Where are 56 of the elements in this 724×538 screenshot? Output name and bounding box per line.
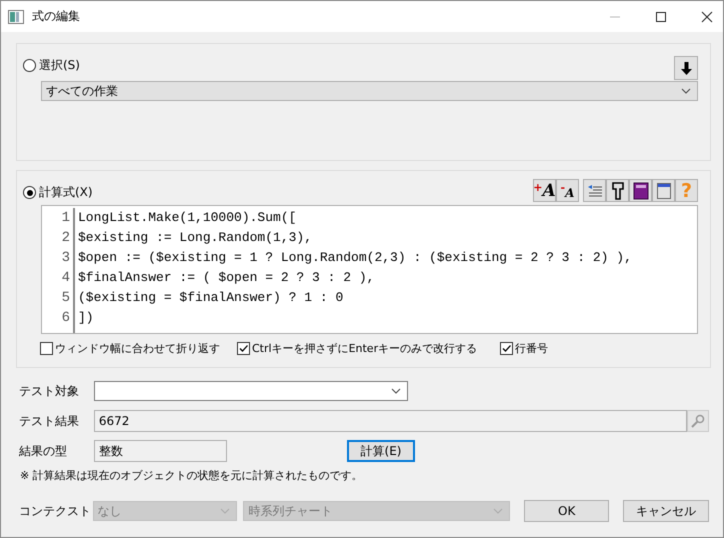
radio-button[interactable]: [23, 59, 36, 72]
line-number: 5: [60, 289, 70, 308]
task-dropdown[interactable]: すべての作業: [41, 81, 698, 101]
increase-font-button[interactable]: +A: [533, 179, 556, 202]
cancel-button[interactable]: キャンセル: [623, 500, 709, 522]
ok-button[interactable]: OK: [524, 500, 610, 522]
line-number: 6: [60, 309, 70, 328]
window-button[interactable]: [652, 179, 675, 202]
field-label: テスト結果: [18, 412, 80, 430]
bracket-icon: [610, 182, 626, 200]
book-icon: [632, 182, 648, 200]
radio-label: 選択(S): [39, 57, 80, 74]
test-target-dropdown[interactable]: [94, 381, 408, 401]
close-icon[interactable]: [701, 10, 713, 22]
checkbox-label: Ctrlキーを押さずにEnterキーのみで改行する: [252, 341, 478, 356]
field-label: コンテクスト: [18, 502, 92, 520]
calculate-button[interactable]: 計算(E): [347, 440, 415, 462]
note-text: ※ 計算結果は現在のオブジェクトの状態を元に計算されたものです。: [19, 468, 364, 483]
window-icon: [656, 182, 670, 198]
code-line: ]): [78, 309, 95, 327]
code-editor[interactable]: [41, 205, 698, 334]
checkbox-label: 行番号: [515, 341, 548, 356]
app-icon: [8, 10, 24, 24]
indent-button[interactable]: [583, 179, 606, 202]
result-field[interactable]: 6672: [94, 410, 688, 432]
maximize-icon[interactable]: [655, 10, 667, 22]
code-line: $finalAnswer := ( $open = 2 ? 3 : 2 ),: [78, 269, 376, 287]
chevron-icon: [681, 88, 691, 94]
chevron-icon: [220, 508, 230, 514]
code-line: LongList.Make(1,10000).Sum([: [78, 209, 298, 227]
chevron-icon: [492, 508, 503, 514]
down-arrow-icon: [680, 62, 692, 74]
chevron-icon: [391, 388, 401, 394]
field-label: 結果の型: [18, 442, 68, 460]
radio-label: 計算式(X): [39, 184, 93, 201]
checkbox-label: ウィンドウ幅に合わせて折り返す: [55, 341, 220, 356]
search-icon: [691, 414, 706, 428]
book-button[interactable]: [629, 179, 652, 202]
type-field[interactable]: 整数: [94, 440, 227, 462]
decrease-font-button[interactable]: -A: [556, 179, 579, 202]
line-number: 2: [60, 229, 70, 248]
line-number: 4: [60, 269, 70, 288]
line-number: 1: [60, 209, 70, 228]
window-title: 式の編集: [32, 8, 80, 25]
indent-icon: [586, 182, 602, 198]
radio-button[interactable]: [23, 186, 36, 199]
checkbox[interactable]: [237, 342, 250, 355]
line-number: 3: [60, 249, 70, 268]
download-button[interactable]: [674, 56, 698, 80]
code-line: ($existing = $finalAnswer) ? 1 : 0: [78, 289, 344, 307]
checkbox[interactable]: [40, 342, 53, 355]
format-button[interactable]: [606, 179, 629, 202]
field-label: テスト対象: [18, 382, 80, 400]
checkbox[interactable]: [500, 342, 513, 355]
code-line: $existing := Long.Random(1,3),: [78, 229, 314, 247]
code-line: $open := ($existing = 1 ? Long.Random(2,3) : ($existing = 2 ? 3 : 2) ),: [78, 249, 632, 267]
